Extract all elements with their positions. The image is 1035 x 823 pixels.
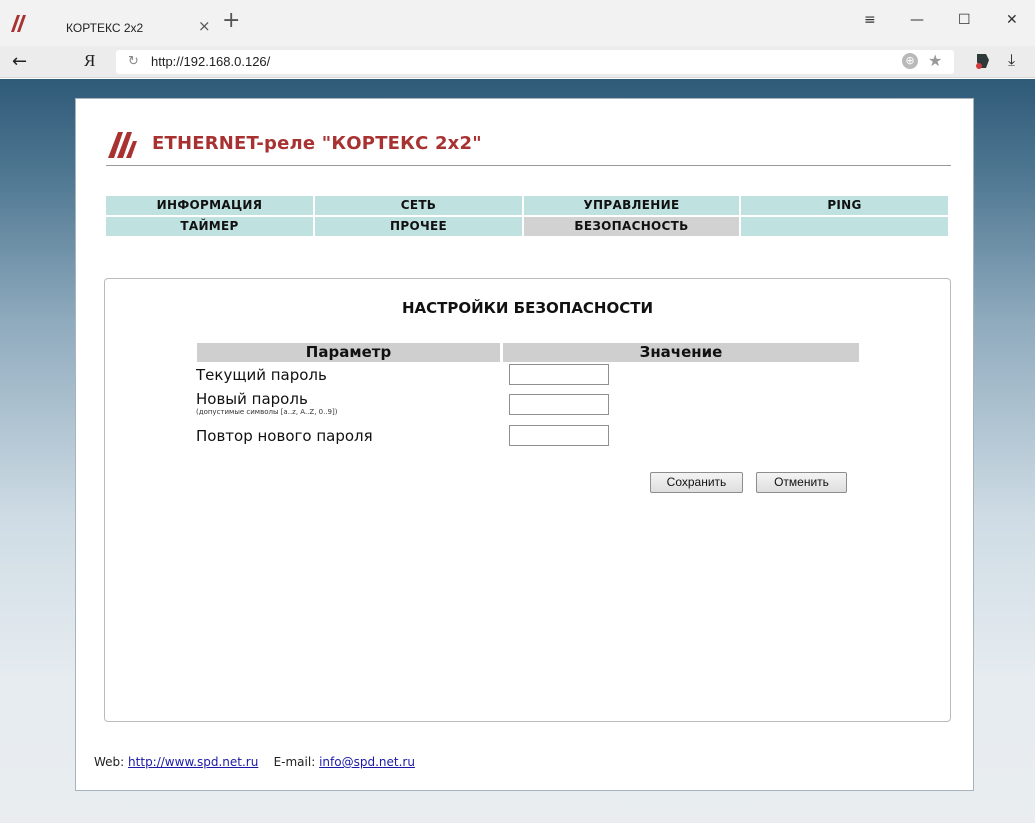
current-password-input[interactable] xyxy=(509,364,609,385)
address-bar[interactable]: ↻ http://192.168.0.126/ ⊕ ★ xyxy=(116,50,954,74)
bookmark-star-icon[interactable]: ★ xyxy=(928,51,942,70)
footer: Web: http://www.spd.net.ru E-mail: info@… xyxy=(94,755,415,769)
brand-logo-icon xyxy=(11,15,26,32)
settings-title: НАСТРОЙКИ БЕЗОПАСНОСТИ xyxy=(401,299,654,317)
header-value: Значение xyxy=(503,343,859,362)
menu-item-timer[interactable]: ТАЙМЕР xyxy=(106,217,313,236)
header-parameter: Параметр xyxy=(197,343,500,362)
page-content: ETHERNET-реле "КОРТЕКС 2x2" ИНФОРМАЦИЯ С… xyxy=(75,98,974,791)
repeat-password-input[interactable] xyxy=(509,425,609,446)
menu-item-ping[interactable]: PING xyxy=(741,196,948,215)
page-title: ETHERNET-реле "КОРТЕКС 2x2" xyxy=(152,133,482,154)
menu-item-info[interactable]: ИНФОРМАЦИЯ xyxy=(106,196,313,215)
browser-titlebar: КОРТЕКС 2x2 × + ≡ — ☐ ✕ xyxy=(0,0,1035,46)
cancel-button[interactable]: Отменить xyxy=(756,472,847,493)
minimize-icon[interactable]: — xyxy=(910,12,924,28)
footer-web-link[interactable]: http://www.spd.net.ru xyxy=(128,755,258,769)
menu-item-security[interactable]: БЕЗОПАСНОСТЬ xyxy=(524,217,739,236)
company-logo-icon xyxy=(108,132,137,158)
menu-item-network[interactable]: СЕТЬ xyxy=(315,196,522,215)
browser-menu-icon[interactable]: ≡ xyxy=(864,12,876,28)
close-window-icon[interactable]: ✕ xyxy=(1006,12,1018,28)
label-repeat-password: Повтор нового пароля xyxy=(196,427,373,445)
footer-email-link[interactable]: info@spd.net.ru xyxy=(319,755,415,769)
yandex-icon[interactable]: Я xyxy=(84,51,95,71)
download-icon[interactable]: ⤓ xyxy=(1008,50,1015,70)
menu-item-control[interactable]: УПРАВЛЕНИЕ xyxy=(524,196,739,215)
browser-toolbar: ← Я ↻ http://192.168.0.126/ ⊕ ★ xyxy=(0,46,1035,78)
browser-tab[interactable]: КОРТЕКС 2x2 × xyxy=(44,8,214,46)
reload-icon[interactable]: ↻ xyxy=(128,54,139,69)
new-tab-icon[interactable]: + xyxy=(222,10,240,32)
tab-close-icon[interactable]: × xyxy=(198,17,211,35)
security-settings-panel: НАСТРОЙКИ БЕЗОПАСНОСТИ Параметр Значение… xyxy=(104,278,951,722)
label-new-password: Новый пароль xyxy=(196,390,308,408)
new-password-hint: (допустимые символы [a..z, A..Z, 0..9]) xyxy=(196,408,338,416)
url-text[interactable]: http://192.168.0.126/ xyxy=(151,54,270,69)
footer-email-label: E-mail: xyxy=(273,755,316,769)
maximize-icon[interactable]: ☐ xyxy=(958,12,971,28)
protect-icon[interactable]: ⊕ xyxy=(902,53,918,69)
tab-title: КОРТЕКС 2x2 xyxy=(66,21,144,35)
save-button[interactable]: Сохранить xyxy=(650,472,743,493)
label-current-password: Текущий пароль xyxy=(196,366,327,384)
footer-web-label: Web: xyxy=(94,755,125,769)
menu-item-other[interactable]: ПРОЧЕЕ xyxy=(315,217,522,236)
menu-item-empty xyxy=(741,217,948,236)
title-divider xyxy=(106,165,951,166)
back-icon[interactable]: ← xyxy=(12,51,27,72)
main-menu: ИНФОРМАЦИЯ СЕТЬ УПРАВЛЕНИЕ PING ТАЙМЕР П… xyxy=(106,196,948,238)
new-password-input[interactable] xyxy=(509,394,609,415)
extension-icon[interactable] xyxy=(974,52,992,70)
